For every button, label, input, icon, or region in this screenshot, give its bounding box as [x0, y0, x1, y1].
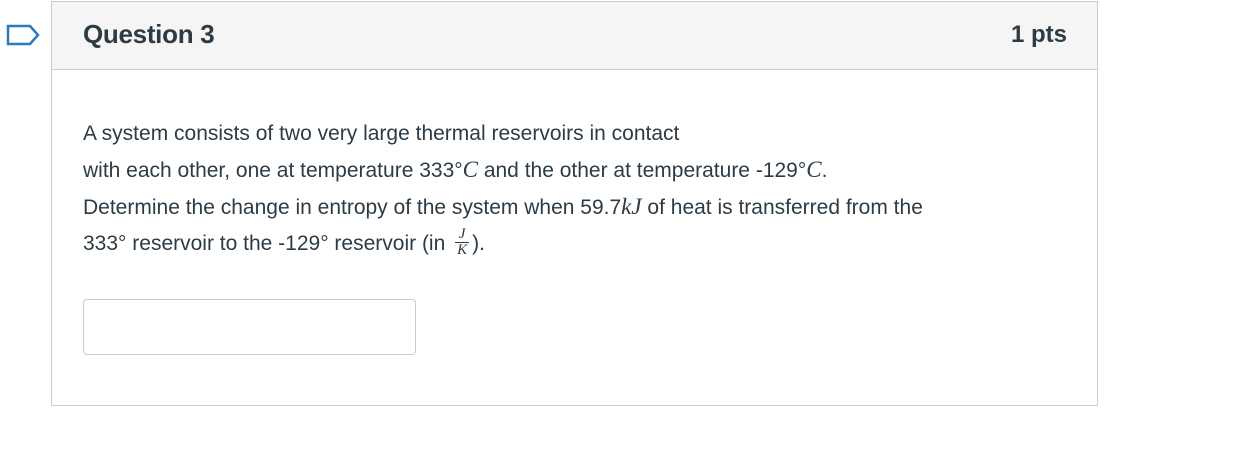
question-header: Question 3 1 pts — [52, 2, 1097, 70]
unit-fraction: JK — [455, 226, 470, 258]
question-text-line-3: Determine the change in entropy of the s… — [83, 189, 1073, 226]
question-title: Question 3 — [83, 19, 215, 49]
question-text-line-4: 333° reservoir to the -129° reservoir (i… — [83, 226, 1073, 262]
question-text-line-1: A system consists of two very large ther… — [83, 116, 1073, 152]
flag-icon[interactable] — [6, 24, 40, 46]
answer-input[interactable] — [83, 299, 416, 355]
celsius-unit: C — [462, 157, 478, 182]
question-text-segment: A system consists of two very large ther… — [83, 122, 680, 145]
fraction-numerator: J — [455, 226, 470, 243]
question-points: 1 pts — [1010, 21, 1067, 48]
question-text-segment: of heat is transferred from the — [641, 196, 923, 219]
celsius-unit: C — [806, 157, 822, 182]
question-text-line-2: with each other, one at temperature 333°… — [83, 152, 1073, 189]
question-text-segment: and the other at temperature -129° — [477, 159, 807, 182]
question-text: A system consists of two very large ther… — [83, 116, 1073, 262]
question-text-segment: with each other, one at temperature 333° — [83, 159, 463, 182]
question-text-segment: 333° reservoir to the -129° reservoir (i… — [83, 232, 452, 255]
question-text-segment: ). — [472, 232, 485, 255]
question-text-segment: . — [821, 159, 828, 182]
question-text-segment: Determine the change in entropy of the s… — [83, 196, 622, 219]
kilojoule-unit: kJ — [621, 194, 642, 219]
question-card: Question 3 1 pts A system consists of tw… — [51, 1, 1098, 406]
fraction-denominator: K — [457, 241, 468, 258]
